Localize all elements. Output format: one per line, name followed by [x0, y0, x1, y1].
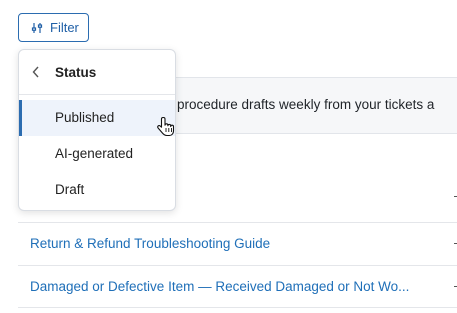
page: Filter procedure drafts weekly from your…: [0, 0, 457, 313]
status-option-ai-generated[interactable]: AI-generated: [19, 136, 175, 172]
list-item-link[interactable]: Return & Refund Troubleshooting Guide: [30, 236, 270, 251]
status-filter-dropdown: Status Published AI-generated Draft: [18, 49, 176, 211]
status-option-published[interactable]: Published: [19, 100, 175, 136]
chevron-left-icon[interactable]: [32, 65, 40, 83]
sliders-icon: [31, 22, 43, 34]
row-divider: [18, 222, 457, 223]
option-label: Draft: [55, 182, 85, 197]
row-divider: [18, 265, 457, 266]
filter-label: Filter: [50, 20, 79, 35]
option-label: AI-generated: [55, 146, 134, 161]
status-option-draft[interactable]: Draft: [19, 172, 175, 208]
info-banner: procedure drafts weekly from your ticket…: [172, 77, 457, 134]
filter-button[interactable]: Filter: [18, 13, 89, 42]
banner-text: procedure drafts weekly from your ticket…: [177, 97, 435, 112]
row-divider: [18, 307, 457, 308]
dropdown-title: Status: [55, 65, 97, 80]
option-label: Published: [55, 110, 115, 125]
dropdown-header: Status: [19, 50, 175, 95]
hand-pointer-icon: [157, 116, 175, 143]
list-item-link[interactable]: Damaged or Defective Item — Received Dam…: [30, 279, 409, 294]
